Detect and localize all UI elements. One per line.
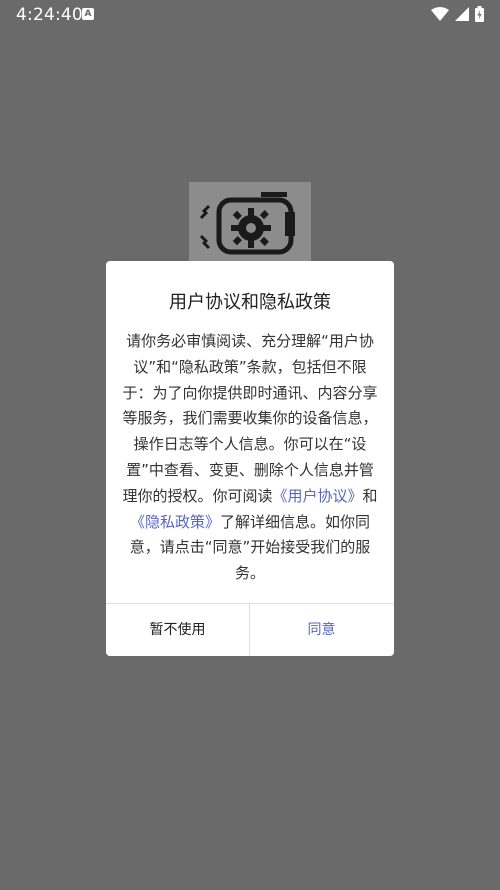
dialog-title: 用户协议和隐私政策 <box>169 292 331 313</box>
status-bar: 4:24:40 A <box>0 0 500 30</box>
wifi-icon <box>431 7 449 21</box>
decline-button[interactable]: 暂不使用 <box>106 604 249 656</box>
privacy-policy-link[interactable]: 《隐私政策》 <box>130 513 220 531</box>
cellular-signal-icon <box>455 7 469 21</box>
dialog-body-text-1: 请你务必审慎阅读、充分理解“用户协议”和“隐私政策”条款，包括但不限于：为了向你… <box>122 332 378 505</box>
gear-device-icon <box>199 192 295 255</box>
privacy-dialog: 用户协议和隐私政策 请你务必审慎阅读、充分理解“用户协议”和“隐私政策”条款，包… <box>106 261 394 656</box>
status-time: 4:24:40 <box>16 5 83 25</box>
agree-button[interactable]: 同意 <box>250 604 393 656</box>
user-agreement-link[interactable]: 《用户协议》 <box>272 487 362 505</box>
status-icons <box>431 6 484 22</box>
dialog-body-and: 和 <box>362 486 378 505</box>
app-logo <box>189 182 311 272</box>
battery-icon <box>475 6 484 22</box>
notification-a-icon: A <box>82 8 94 20</box>
dialog-body: 请你务必审慎阅读、充分理解“用户协议”和“隐私政策”条款，包括但不限于：为了向你… <box>122 329 378 587</box>
